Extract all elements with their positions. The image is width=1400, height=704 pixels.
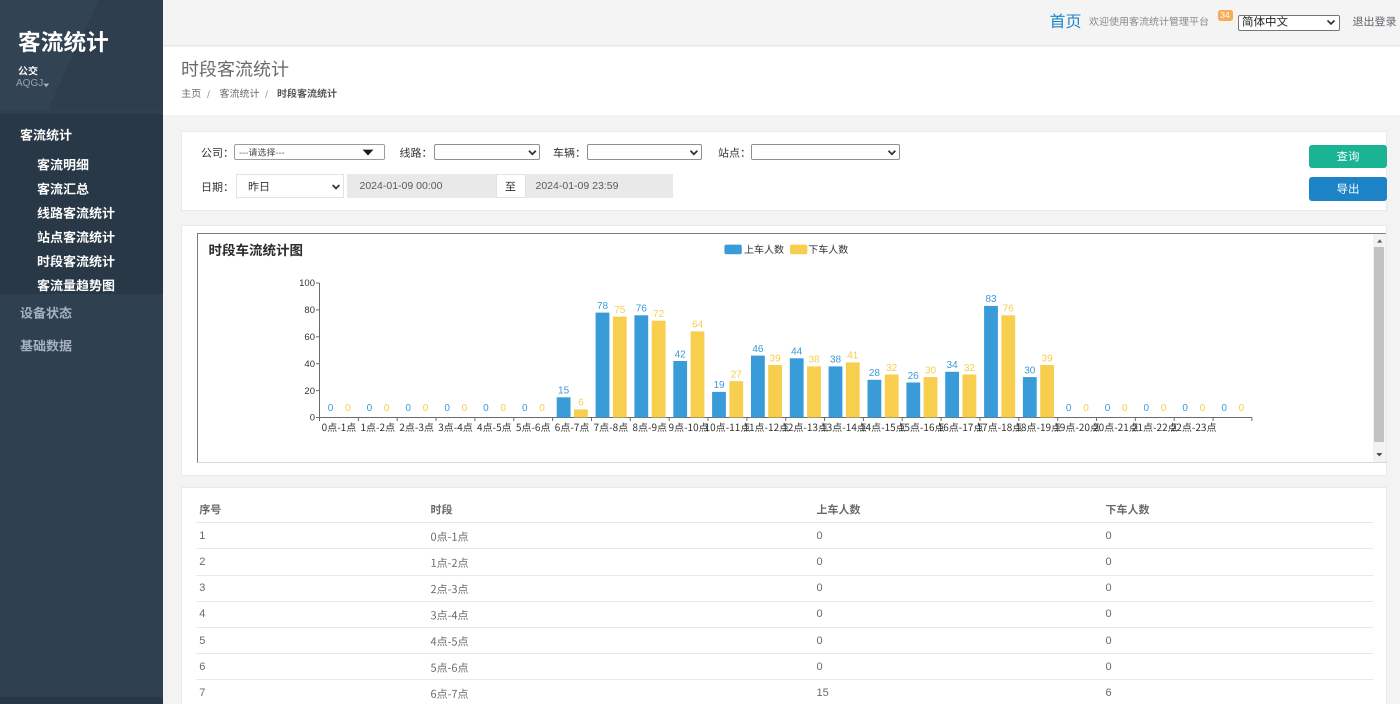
svg-text:78: 78 — [597, 301, 609, 312]
svg-text:72: 72 — [653, 309, 665, 320]
svg-text:15: 15 — [558, 386, 570, 397]
svg-text:0: 0 — [1200, 403, 1206, 414]
svg-text:20: 20 — [304, 386, 315, 397]
svg-text:32: 32 — [964, 363, 976, 374]
svg-text:0: 0 — [483, 403, 489, 414]
svg-text:0: 0 — [522, 403, 528, 414]
svg-text:0: 0 — [1239, 403, 1245, 414]
svg-text:0: 0 — [462, 403, 468, 414]
svg-text:0: 0 — [1083, 403, 1089, 414]
svg-text:19: 19 — [713, 380, 725, 391]
svg-text:6: 6 — [578, 398, 584, 409]
svg-text:30: 30 — [925, 365, 937, 376]
svg-text:28: 28 — [869, 368, 881, 379]
svg-text:0: 0 — [405, 403, 411, 414]
svg-text:64: 64 — [692, 320, 704, 331]
svg-text:0: 0 — [1221, 403, 1227, 414]
svg-text:38: 38 — [808, 355, 820, 366]
svg-text:0: 0 — [310, 413, 315, 424]
svg-text:60: 60 — [304, 332, 315, 343]
svg-text:41: 41 — [847, 351, 859, 362]
svg-text:32: 32 — [886, 363, 898, 374]
svg-text:40: 40 — [304, 359, 315, 370]
svg-text:38: 38 — [830, 355, 842, 366]
svg-text:46: 46 — [752, 344, 764, 355]
svg-text:75: 75 — [614, 305, 626, 316]
svg-text:34: 34 — [947, 360, 959, 371]
svg-text:0: 0 — [328, 403, 334, 414]
svg-text:0: 0 — [444, 403, 450, 414]
svg-text:0: 0 — [1161, 403, 1167, 414]
svg-text:0: 0 — [1144, 403, 1150, 414]
svg-text:76: 76 — [636, 304, 648, 315]
svg-text:0: 0 — [1105, 403, 1111, 414]
svg-text:83: 83 — [985, 294, 997, 305]
svg-text:0: 0 — [1066, 403, 1072, 414]
svg-text:0: 0 — [345, 403, 351, 414]
svg-text:44: 44 — [791, 347, 803, 358]
svg-text:39: 39 — [770, 353, 782, 364]
svg-text:39: 39 — [1042, 353, 1054, 364]
svg-text:27: 27 — [731, 370, 743, 381]
svg-text:0: 0 — [500, 403, 506, 414]
svg-text:80: 80 — [304, 305, 315, 316]
svg-text:0: 0 — [1122, 403, 1128, 414]
svg-text:0: 0 — [384, 403, 390, 414]
svg-text:76: 76 — [1003, 304, 1015, 315]
svg-text:0: 0 — [423, 403, 429, 414]
svg-text:100: 100 — [299, 278, 315, 289]
svg-text:0: 0 — [539, 403, 545, 414]
svg-text:26: 26 — [908, 371, 920, 382]
svg-text:0: 0 — [1182, 403, 1188, 414]
svg-text:30: 30 — [1024, 365, 1036, 376]
svg-text:0: 0 — [367, 403, 373, 414]
svg-text:42: 42 — [675, 349, 687, 360]
